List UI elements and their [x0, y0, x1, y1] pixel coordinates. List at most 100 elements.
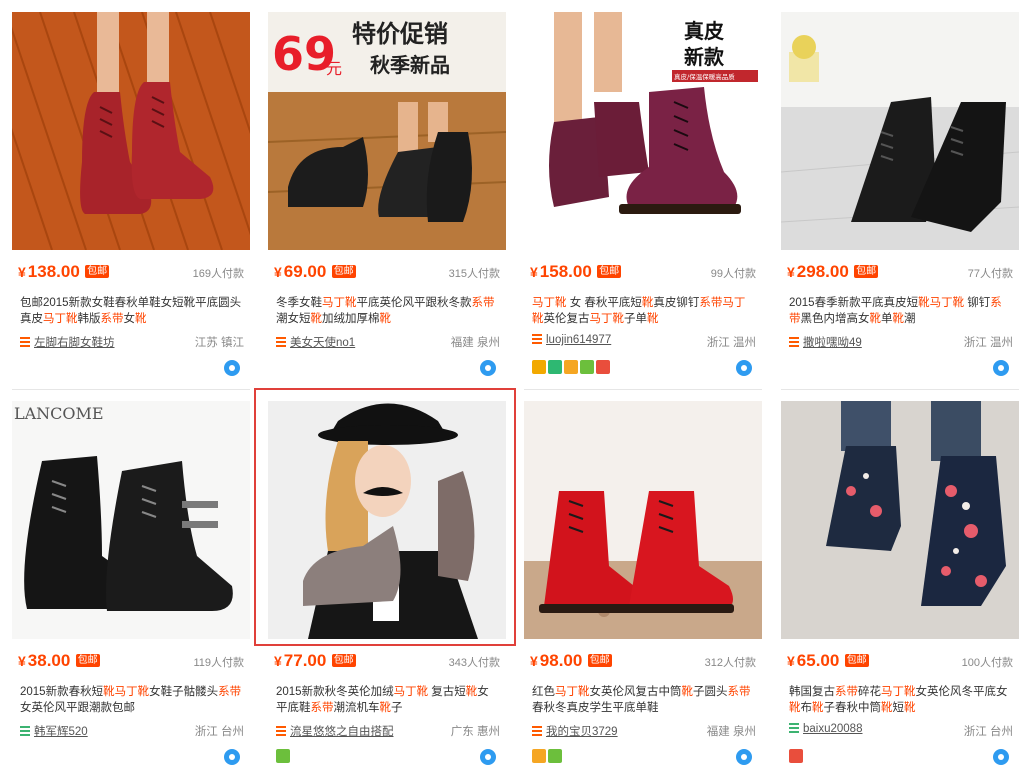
- service-badge-icon[interactable]: [564, 360, 578, 374]
- currency-symbol: ¥: [787, 653, 795, 669]
- product-card[interactable]: ¥77.00 包邮 343人付款 2015新款秋冬英伦加绒马丁靴 复古短靴女平底鞋…: [268, 401, 506, 767]
- wangwang-chat-icon[interactable]: [224, 360, 240, 376]
- product-card[interactable]: ¥98.00 包邮 312人付款 红色马丁靴女英伦风复古中筒靴子圆头系带春秋冬真皮…: [524, 401, 762, 767]
- keyword-highlight: 靴: [918, 297, 930, 309]
- paid-count: 119人付款: [193, 657, 244, 669]
- service-badge-icon[interactable]: [532, 360, 546, 374]
- service-badge-icon[interactable]: [789, 749, 803, 763]
- product-title-link[interactable]: 2015新款春秋短靴马丁靴女鞋子骷髅头系带女英伦风平跟潮款包邮: [20, 684, 244, 718]
- price-row: ¥77.00 包邮 343人付款: [274, 651, 502, 671]
- product-image[interactable]: [524, 401, 762, 639]
- price-row: ¥138.00 包邮 169人付款: [18, 262, 246, 282]
- product-title-link[interactable]: 2015新款秋冬英伦加绒马丁靴 复古短靴女平底鞋系带潮流机车靴子: [276, 684, 500, 718]
- keyword-highlight: 靴: [379, 702, 392, 714]
- product-title-link[interactable]: 红色马丁靴女英伦风复古中筒靴子圆头系带春秋冬真皮学生平底单鞋: [532, 684, 756, 718]
- product-title-link[interactable]: 冬季女鞋马丁靴平底英伦风平跟秋冬款系带潮女短靴加绒加厚棉靴: [276, 295, 500, 329]
- wangwang-chat-icon[interactable]: [736, 749, 752, 765]
- paid-count: 315人付款: [448, 268, 500, 280]
- wangwang-chat-icon[interactable]: [480, 749, 496, 765]
- currency-symbol: ¥: [787, 264, 795, 280]
- service-badge-icon[interactable]: [276, 749, 290, 763]
- paid-count: 312人付款: [704, 657, 756, 669]
- product-card[interactable]: 真皮 新款 真皮/保温保暖高品质 ¥158.00 包邮 99人付款马丁靴 女 春…: [524, 12, 762, 390]
- title-text: 女英伦风平跟潮款包邮: [20, 702, 135, 714]
- shop-name-link[interactable]: luojin614977: [546, 334, 611, 346]
- product-image[interactable]: 真皮 新款 真皮/保温保暖高品质: [524, 12, 762, 250]
- title-text: 平底英伦风平跟秋冬款: [356, 297, 472, 309]
- free-shipping-badge: 包邮: [331, 265, 356, 278]
- wangwang-chat-icon[interactable]: [480, 360, 496, 376]
- shop-location: 浙江 台州: [963, 726, 1013, 738]
- shop-name-link[interactable]: 美女天使no1: [290, 337, 355, 349]
- wangwang-chat-icon[interactable]: [224, 749, 240, 765]
- shop-name-link[interactable]: 韩军辉520: [34, 726, 88, 738]
- keyword-highlight: 靴: [103, 686, 115, 698]
- keyword-highlight: 系带: [100, 313, 124, 325]
- shop-name-link[interactable]: 左脚右脚女鞋坊: [34, 337, 115, 349]
- price-value: 138.00: [27, 262, 80, 281]
- service-badge-icon[interactable]: [596, 360, 610, 374]
- service-badge-icon[interactable]: [532, 749, 546, 763]
- title-text: 潮流机车: [333, 702, 380, 714]
- svg-text:秋季新品: 秋季新品: [370, 53, 450, 77]
- keyword-highlight: 靴: [869, 313, 882, 325]
- shop-list-icon: [789, 337, 799, 347]
- price-value: 38.00: [27, 651, 71, 670]
- keyword-highlight: 系带: [699, 297, 723, 309]
- product-price: ¥77.00: [274, 651, 326, 670]
- product-title-link[interactable]: 包邮2015新款女鞋春秋单鞋女短靴平底圆头真皮马丁靴韩版系带女靴: [20, 295, 244, 329]
- keyword-highlight: 靴: [881, 702, 893, 714]
- price-row: ¥158.00 包邮 99人付款: [530, 262, 758, 282]
- shop-name-link[interactable]: 撒啦嘿呦49: [803, 337, 862, 349]
- product-image[interactable]: LANCOME: [12, 401, 250, 639]
- product-title-link[interactable]: 韩国复古系带碎花马丁靴女英伦风冬平底女靴布靴子春秋中筒靴短靴: [789, 684, 1013, 718]
- badge-row: [532, 749, 758, 767]
- service-badge-icon[interactable]: [548, 360, 562, 374]
- product-title-link[interactable]: 2015春季新款平底真皮短靴马丁靴 铆钉系带黑色内增高女靴单靴潮: [789, 295, 1013, 329]
- price-value: 69.00: [283, 262, 327, 281]
- product-card[interactable]: ¥298.00 包邮 77人付款 2015春季新款平底真皮短靴马丁靴 铆钉系带黑色…: [781, 12, 1019, 390]
- free-shipping-badge: 包邮: [844, 654, 869, 667]
- wangwang-chat-icon[interactable]: [993, 360, 1009, 376]
- currency-symbol: ¥: [18, 653, 26, 669]
- product-card[interactable]: ¥138.00 包邮 169人付款包邮2015新款女鞋春秋单鞋女短靴平底圆头真皮…: [12, 12, 250, 390]
- product-card[interactable]: LANCOME ¥38.00 包邮 119人付款 2015新款春秋短靴马丁靴女鞋子…: [12, 401, 250, 767]
- price-row: ¥65.00 包邮 100人付款: [787, 651, 1015, 671]
- product-price: ¥65.00: [787, 651, 839, 670]
- currency-symbol: ¥: [530, 264, 538, 280]
- badge-row: [20, 360, 246, 378]
- service-badge-icon[interactable]: [580, 360, 594, 374]
- title-text: 布: [800, 702, 813, 714]
- product-card[interactable]: 69 元 特价促销 秋季新品 ¥69.00 包邮 315人付款 冬季女鞋马丁靴平底…: [268, 12, 506, 390]
- keyword-highlight: 靴: [379, 313, 392, 325]
- product-image[interactable]: [268, 401, 506, 639]
- shop-row: baixu20088 浙江 台州: [789, 723, 1015, 739]
- title-text: 单: [881, 313, 893, 325]
- keyword-highlight: 马丁靴: [881, 686, 916, 698]
- title-text: 2015春季新款平底真皮短: [789, 297, 919, 309]
- shop-name-link[interactable]: 流星悠悠之自由搭配: [290, 726, 394, 738]
- shop-name-link[interactable]: baixu20088: [803, 723, 862, 735]
- product-image[interactable]: 69 元 特价促销 秋季新品: [268, 12, 506, 250]
- price-value: 298.00: [796, 262, 849, 281]
- svg-text:LANCOME: LANCOME: [14, 404, 104, 423]
- keyword-highlight: 系带: [727, 686, 751, 698]
- keyword-highlight: 马丁靴: [555, 686, 590, 698]
- paid-count: 343人付款: [448, 657, 500, 669]
- keyword-highlight: 靴: [812, 702, 824, 714]
- wangwang-chat-icon[interactable]: [993, 749, 1009, 765]
- service-badge-icon[interactable]: [548, 749, 562, 763]
- keyword-highlight: 靴: [135, 313, 147, 325]
- title-text: 铆钉: [964, 297, 991, 309]
- product-card[interactable]: ¥65.00 包邮 100人付款韩国复古系带碎花马丁靴女英伦风冬平底女靴布靴子春…: [781, 401, 1019, 767]
- wangwang-chat-icon[interactable]: [736, 360, 752, 376]
- currency-symbol: ¥: [274, 653, 282, 669]
- shop-name-link[interactable]: 我的宝贝3729: [546, 726, 618, 738]
- paid-count: 100人付款: [961, 657, 1013, 669]
- product-image[interactable]: [781, 12, 1019, 250]
- title-text: 真皮铆钉: [653, 297, 700, 309]
- product-image[interactable]: [781, 401, 1019, 639]
- free-shipping-badge: 包邮: [854, 265, 879, 278]
- product-image[interactable]: [12, 12, 250, 250]
- product-title-link[interactable]: 马丁靴 女 春秋平底短靴真皮铆钉系带马丁靴英伦复古马丁靴子单靴: [532, 295, 756, 329]
